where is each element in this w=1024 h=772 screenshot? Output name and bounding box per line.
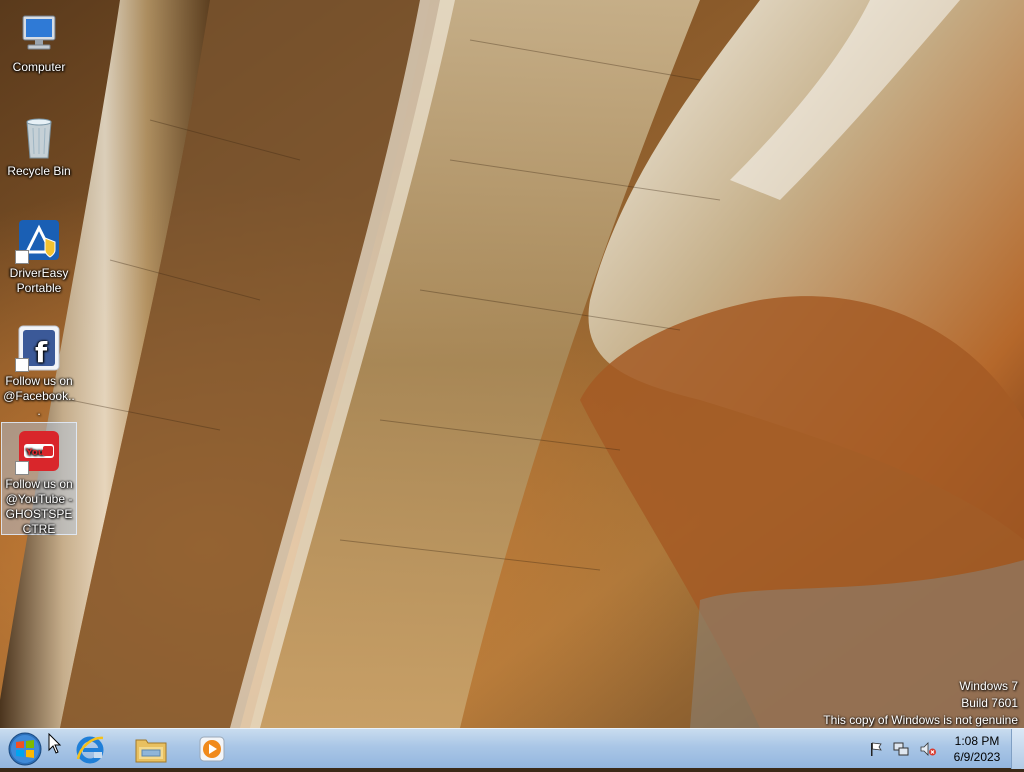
taskbar: 1:08 PM 6/9/2023 bbox=[0, 728, 1024, 769]
action-center-flag-icon[interactable] bbox=[867, 740, 885, 758]
drivereasy-icon bbox=[15, 216, 63, 264]
desktop-icon-label: Follow us on @YouTube - GHOSTSPECTRE bbox=[5, 477, 73, 536]
taskbar-windows-explorer[interactable] bbox=[125, 730, 177, 768]
watermark-os-name: Windows 7 bbox=[959, 679, 1018, 693]
desktop-icon-label: Follow us on @Facebook... bbox=[3, 374, 75, 418]
show-desktop-button[interactable] bbox=[1011, 729, 1024, 769]
clock-date: 6/9/2023 bbox=[953, 750, 1001, 764]
desktop-icon-computer[interactable]: Computer bbox=[1, 6, 77, 80]
shortcut-arrow-icon bbox=[15, 358, 29, 372]
svg-text:f: f bbox=[35, 336, 48, 369]
svg-text:You: You bbox=[25, 448, 44, 458]
clock-time: 1:08 PM bbox=[954, 734, 1000, 748]
taskbar-internet-explorer[interactable] bbox=[64, 730, 116, 768]
desktop-icon-label: Recycle Bin bbox=[7, 164, 71, 178]
start-button[interactable] bbox=[6, 731, 44, 767]
shortcut-arrow-icon bbox=[15, 461, 29, 475]
system-tray: 1:08 PM 6/9/2023 bbox=[863, 729, 1024, 769]
shortcut-arrow-icon bbox=[15, 250, 29, 264]
facebook-icon: f bbox=[15, 324, 63, 372]
desktop-icon-label: Computer bbox=[12, 60, 66, 74]
desktop-icon-label: DriverEasy Portable bbox=[9, 266, 69, 295]
watermark-genuine-notice: This copy of Windows is not genuine bbox=[823, 713, 1018, 727]
desktop-icon-facebook[interactable]: f Follow us on @Facebook... bbox=[1, 320, 77, 418]
desktop-icon-recycle-bin[interactable]: Recycle Bin bbox=[1, 110, 77, 184]
watermark-build: Build 7601 bbox=[961, 696, 1018, 710]
youtube-icon: You bbox=[15, 427, 63, 475]
taskbar-windows-media-player[interactable] bbox=[186, 730, 238, 768]
desktop-wallpaper bbox=[0, 0, 1024, 728]
windows-explorer-icon bbox=[135, 739, 167, 763]
internet-explorer-icon bbox=[76, 736, 104, 764]
volume-muted-icon[interactable] bbox=[919, 740, 937, 758]
desktop-icon-youtube[interactable]: You Follow us on @YouTube - GHOSTSPECTRE bbox=[1, 422, 77, 536]
computer-icon bbox=[15, 10, 63, 58]
windows-watermark: Windows 7 Build 7601 This copy of Window… bbox=[823, 678, 1018, 729]
taskbar-clock[interactable]: 1:08 PM 6/9/2023 bbox=[947, 733, 1007, 765]
network-icon[interactable] bbox=[893, 740, 911, 758]
mouse-cursor-icon bbox=[48, 733, 62, 754]
windows-media-player-icon bbox=[199, 736, 225, 762]
desktop-icon-drivereasy[interactable]: DriverEasy Portable bbox=[1, 212, 77, 304]
recycle-bin-icon bbox=[15, 114, 63, 162]
